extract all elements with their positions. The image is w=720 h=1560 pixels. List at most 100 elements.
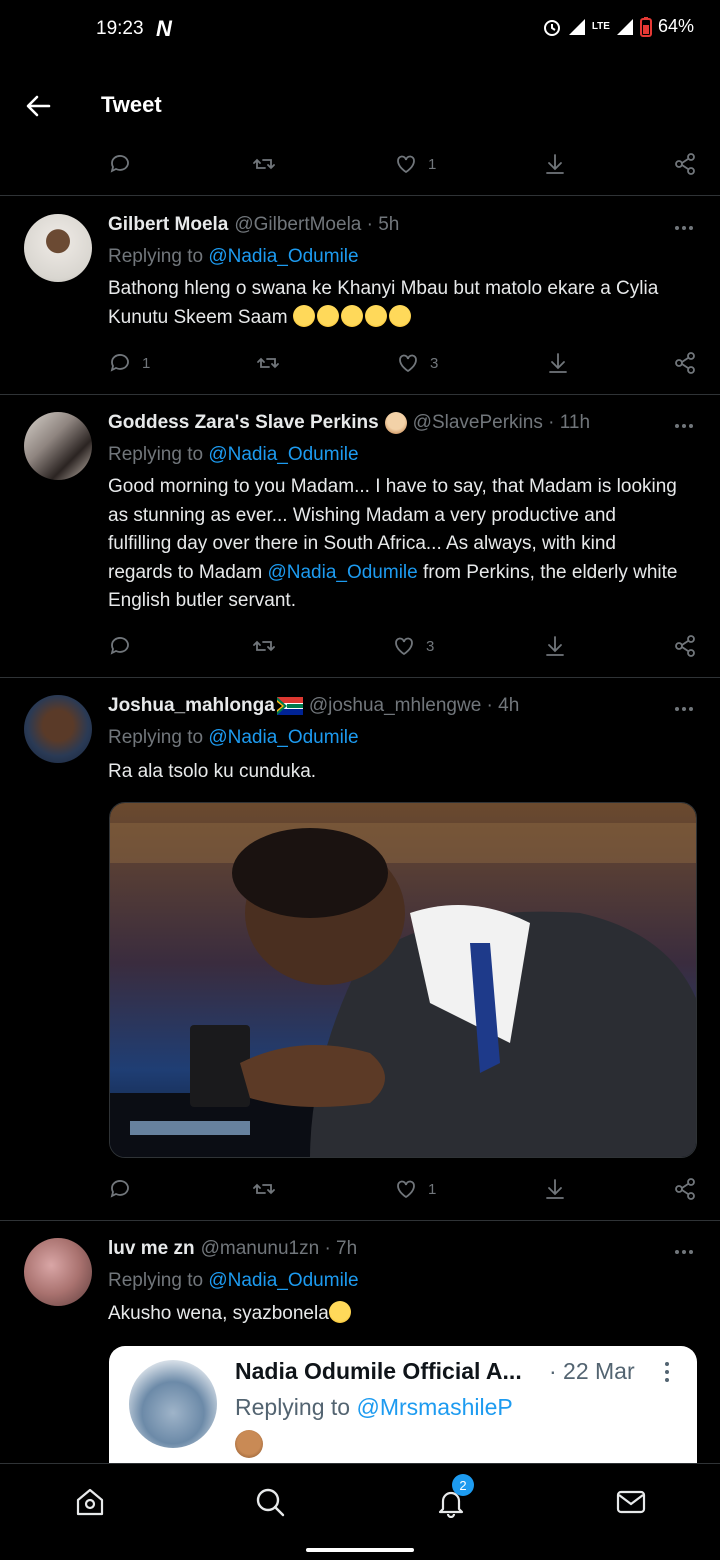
signal-icon-2 bbox=[616, 18, 633, 35]
share-button[interactable] bbox=[673, 1172, 697, 1206]
like-button[interactable]: 3 bbox=[396, 346, 438, 380]
gesture-bar[interactable] bbox=[306, 1548, 414, 1552]
more-button[interactable] bbox=[672, 699, 696, 719]
retweet-icon bbox=[253, 1183, 275, 1195]
south-africa-flag-icon bbox=[276, 697, 303, 715]
tweet-meta: Goddess Zara's Slave Perkins @SlavePerki… bbox=[108, 412, 660, 434]
nav-home[interactable] bbox=[70, 1482, 110, 1522]
back-button[interactable] bbox=[22, 90, 54, 122]
replying-to: Replying to @Nadia_Odumile bbox=[108, 1270, 359, 1292]
notification-badge: 2 bbox=[452, 1474, 474, 1496]
retweet-button[interactable] bbox=[252, 147, 276, 181]
status-icons: LTE 64% bbox=[542, 16, 694, 37]
replying-to: Replying to @Nadia_Odumile bbox=[108, 246, 359, 268]
author-handle: @GilbertMoela · 5h bbox=[234, 214, 400, 235]
mention-link[interactable]: @Nadia_Odumile bbox=[208, 727, 358, 748]
share-button[interactable] bbox=[673, 346, 697, 380]
retweet-button[interactable] bbox=[256, 346, 280, 380]
retweet-icon bbox=[253, 640, 275, 652]
more-button[interactable] bbox=[672, 218, 696, 238]
download-icon bbox=[546, 154, 564, 174]
mention-link[interactable]: @Nadia_Odumile bbox=[208, 444, 358, 465]
like-count: 1 bbox=[428, 1180, 437, 1198]
author-handle: @SlavePerkins · 11h bbox=[412, 412, 591, 433]
status-time: 19:23 bbox=[96, 18, 144, 39]
avatar[interactable] bbox=[24, 214, 92, 282]
tweet-media-image[interactable] bbox=[109, 802, 697, 1158]
mail-icon bbox=[616, 1490, 646, 1514]
tweet-text-content: Akusho wena, syazbonela bbox=[108, 1303, 329, 1324]
sweat-smile-emoji bbox=[364, 304, 387, 327]
battery-icon bbox=[639, 16, 652, 37]
heart-icon bbox=[397, 1180, 415, 1199]
tweet-header: Tweet bbox=[0, 70, 720, 142]
mention-link[interactable]: @Nadia_Odumile bbox=[267, 562, 417, 583]
sweat-smile-emoji bbox=[292, 304, 315, 327]
reply-button[interactable] bbox=[108, 629, 132, 663]
author-name[interactable]: Gilbert Moela bbox=[108, 214, 228, 236]
back-arrow-icon bbox=[26, 95, 51, 117]
tweet-text: Bathong hleng o swana ke Khanyi Mbau but… bbox=[108, 275, 680, 332]
reply-button[interactable] bbox=[108, 1172, 132, 1206]
action-row: 3 bbox=[0, 629, 720, 663]
download-button[interactable] bbox=[546, 346, 570, 380]
share-button[interactable] bbox=[673, 147, 697, 181]
avatar[interactable] bbox=[24, 412, 92, 480]
tweet-perkins[interactable]: Goddess Zara's Slave Perkins @SlavePerki… bbox=[0, 395, 720, 677]
tweet-meta: Joshua_mahlonga @joshua_mhlengwe · 4h bbox=[108, 695, 660, 717]
page-title: Tweet bbox=[101, 92, 162, 117]
top-action-row: 1 bbox=[0, 147, 720, 181]
quoted-author-name[interactable]: Nadia Odumile Official A... bbox=[235, 1358, 522, 1385]
share-icon bbox=[675, 635, 695, 657]
retweet-button[interactable] bbox=[252, 629, 276, 663]
nav-messages[interactable] bbox=[611, 1482, 651, 1522]
retweet-button[interactable] bbox=[252, 1172, 276, 1206]
network-type: LTE bbox=[591, 21, 610, 32]
like-button[interactable]: 3 bbox=[392, 629, 434, 663]
like-button[interactable]: 1 bbox=[394, 147, 436, 181]
retweet-icon bbox=[257, 357, 279, 369]
share-icon bbox=[675, 1178, 695, 1200]
action-row: 1 bbox=[0, 1172, 720, 1206]
mention-link[interactable]: @Nadia_Odumile bbox=[208, 1270, 358, 1291]
share-icon bbox=[675, 153, 695, 175]
quoted-more-button[interactable] bbox=[665, 1362, 669, 1382]
rofl-emoji bbox=[340, 304, 363, 327]
replying-prefix: Replying to bbox=[108, 1270, 209, 1291]
reply-icon bbox=[110, 1180, 129, 1198]
search-icon bbox=[256, 1488, 285, 1517]
download-button[interactable] bbox=[543, 629, 567, 663]
more-button[interactable] bbox=[672, 1242, 696, 1262]
author-name[interactable]: Goddess Zara's Slave Perkins bbox=[108, 412, 379, 434]
tweet-meta: luv me zn @manunu1zn · 7h bbox=[108, 1238, 660, 1260]
dog-emoji bbox=[384, 412, 407, 434]
media-illustration bbox=[110, 803, 696, 1157]
quoted-avatar[interactable] bbox=[129, 1360, 217, 1448]
author-name[interactable]: luv me zn bbox=[108, 1238, 195, 1260]
share-button[interactable] bbox=[673, 629, 697, 663]
reply-button[interactable] bbox=[108, 147, 132, 181]
alarm-icon bbox=[543, 19, 560, 36]
sweat-smile-emoji bbox=[388, 304, 411, 327]
like-count: 3 bbox=[426, 637, 435, 655]
mention-link[interactable]: @Nadia_Odumile bbox=[208, 246, 358, 267]
like-button[interactable]: 1 bbox=[394, 1172, 436, 1206]
replying-prefix: Replying to bbox=[108, 444, 209, 465]
more-button[interactable] bbox=[672, 416, 696, 436]
bottom-nav: 2 bbox=[0, 1463, 720, 1560]
reply-button[interactable]: 1 bbox=[108, 346, 150, 380]
quoted-date: · 22 Mar bbox=[549, 1358, 635, 1384]
author-name[interactable]: Joshua_mahlonga bbox=[108, 695, 275, 717]
retweet-icon bbox=[253, 158, 275, 170]
quoted-replying-to: Replying to @MrsmashileP bbox=[235, 1394, 513, 1421]
status-bar: 19:23 N LTE 64% bbox=[0, 0, 720, 60]
mention-link[interactable]: @MrsmashileP bbox=[356, 1394, 512, 1420]
reply-icon bbox=[110, 637, 129, 655]
download-button[interactable] bbox=[543, 147, 567, 181]
nav-search[interactable] bbox=[250, 1482, 290, 1522]
tweet-gilbert[interactable]: Gilbert Moela @GilbertMoela · 5h Replyin… bbox=[0, 196, 720, 394]
avatar[interactable] bbox=[24, 695, 92, 763]
tweet-text: Akusho wena, syazbonela bbox=[108, 1300, 680, 1329]
avatar[interactable] bbox=[24, 1238, 92, 1306]
download-button[interactable] bbox=[543, 1172, 567, 1206]
